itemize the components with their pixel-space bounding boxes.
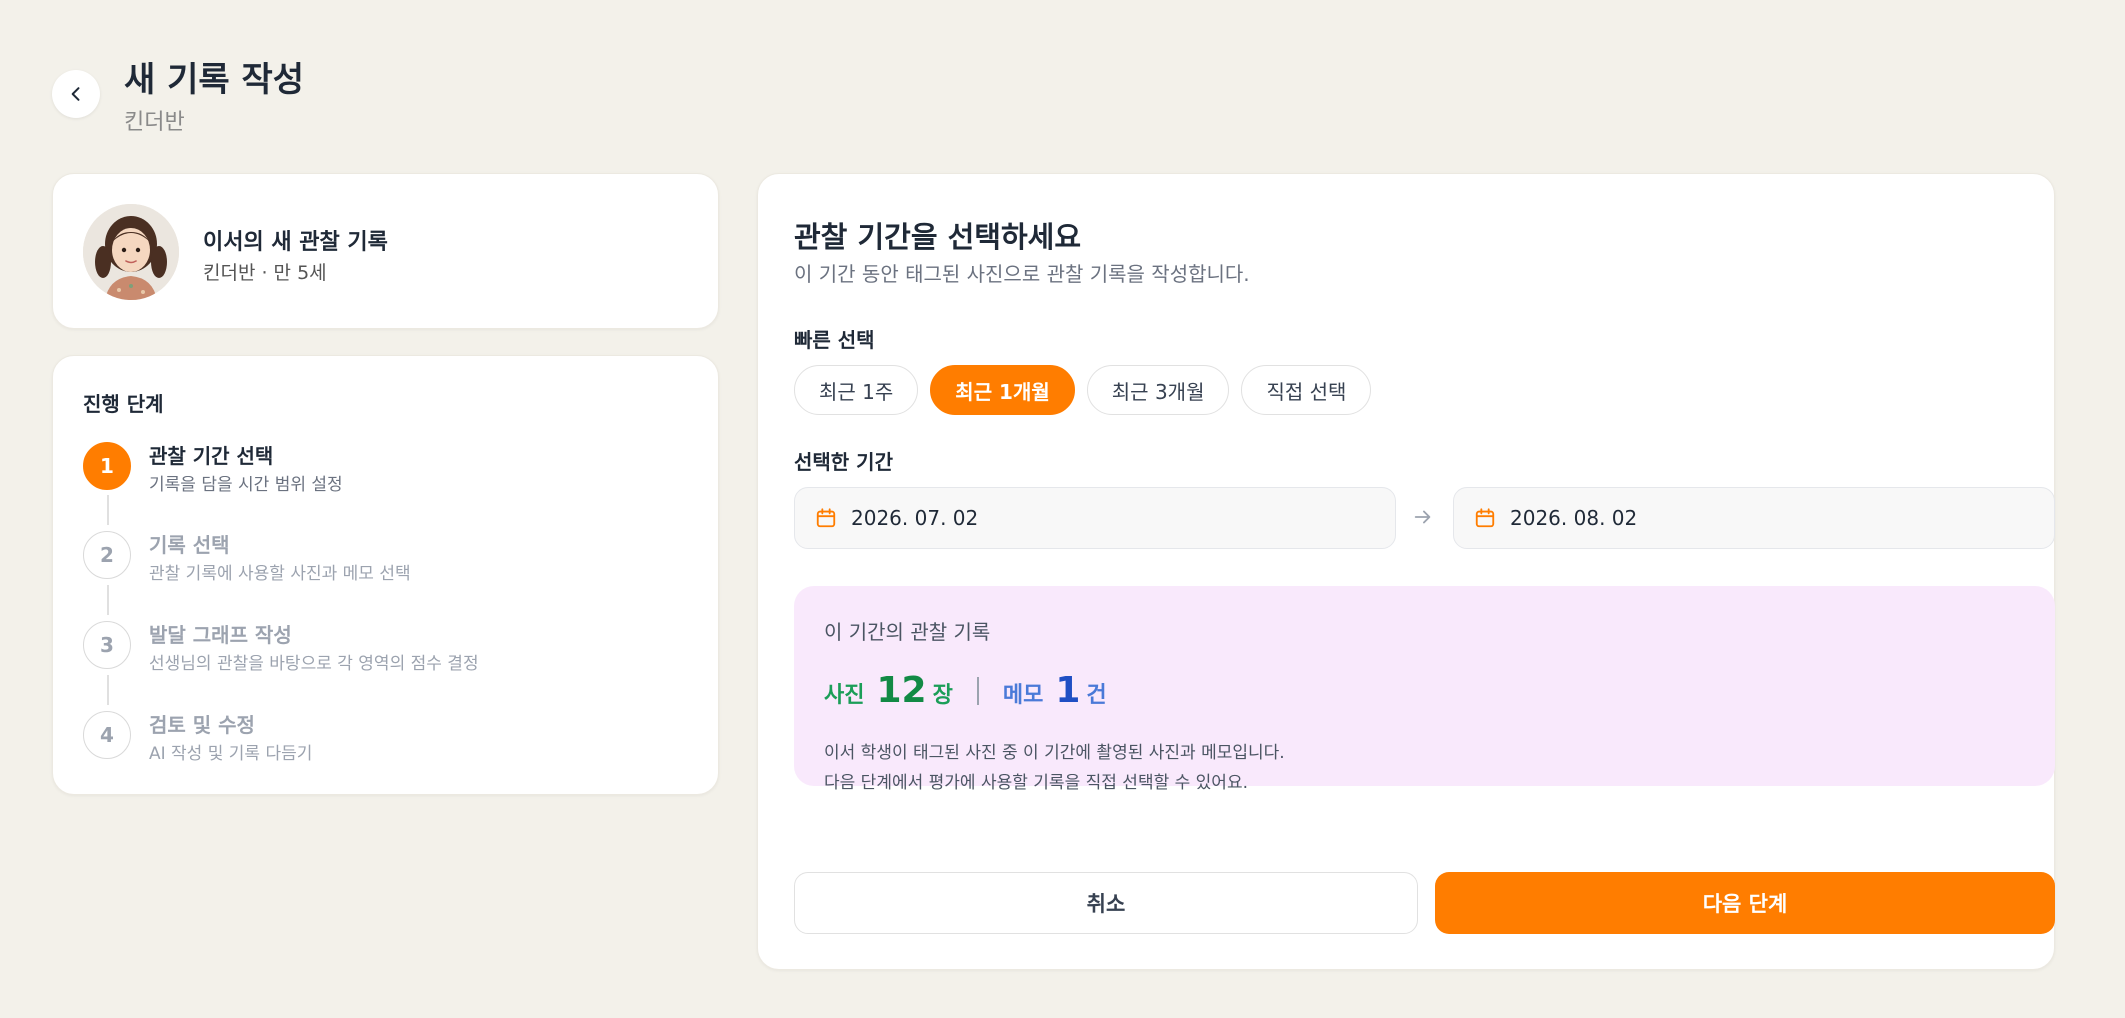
step-label: 발달 그래프 작성 — [149, 623, 292, 647]
student-card: 이서의 새 관찰 기록 킨더반 · 만 5세 — [52, 173, 719, 329]
photo-label: 사진 — [824, 683, 865, 708]
chip-last-3-months[interactable]: 최근 3개월 — [1086, 365, 1230, 415]
memo-unit: 건 — [1086, 683, 1107, 708]
quick-select-label: 빠른 선택 — [794, 328, 875, 352]
step-3: 3 발달 그래프 작성 선생님의 관찰을 바탕으로 각 영역의 점수 결정 — [83, 621, 683, 681]
back-button[interactable] — [52, 70, 100, 118]
step-number: 1 — [83, 442, 131, 490]
steps-title: 진행 단계 — [83, 392, 164, 416]
step-4: 4 검토 및 수정 AI 작성 및 기록 다듬기 — [83, 711, 683, 771]
cancel-button[interactable]: 취소 — [794, 872, 1418, 934]
step-2: 2 기록 선택 관찰 기록에 사용할 사진과 메모 선택 — [83, 531, 683, 591]
step-desc: 선생님의 관찰을 바탕으로 각 영역의 점수 결정 — [149, 654, 479, 674]
chip-custom[interactable]: 직접 선택 — [1241, 365, 1372, 415]
calendar-icon — [816, 508, 836, 528]
summary-note-2: 다음 단계에서 평가에 사용할 기록을 직접 선택할 수 있어요. — [824, 773, 1248, 793]
progress-steps-card: 진행 단계 1 관찰 기간 선택 기록을 담을 시간 범위 설정 2 기록 선택… — [52, 355, 719, 795]
summary-stats: 사진 12 장 메모 1 건 — [824, 670, 1107, 711]
memo-label: 메모 — [1002, 683, 1044, 708]
page: 새 기록 작성 킨더반 이서의 새 관찰 기록 킨더반 · 만 5세 진행 단계… — [0, 0, 2125, 1018]
summary-note-1: 이서 학생이 태그된 사진 중 이 기간에 촬영된 사진과 메모입니다. — [824, 743, 1285, 763]
selected-range-label: 선택한 기간 — [794, 450, 893, 474]
step-label: 기록 선택 — [149, 533, 230, 557]
step-number: 4 — [83, 711, 131, 759]
page-title: 새 기록 작성 — [124, 60, 305, 100]
period-selection-panel: 관찰 기간을 선택하세요 이 기간 동안 태그된 사진으로 관찰 기록을 작성합… — [757, 173, 2055, 970]
chevron-left-icon — [71, 87, 80, 101]
calendar-icon — [1475, 508, 1495, 528]
start-date-value: 2026. 07. 02 — [851, 506, 979, 530]
student-record-title: 이서의 새 관찰 기록 — [203, 230, 388, 255]
page-subtitle: 킨더반 — [124, 110, 185, 135]
panel-description: 이 기간 동안 태그된 사진으로 관찰 기록을 작성합니다. — [794, 262, 1250, 286]
step-1: 1 관찰 기간 선택 기록을 담을 시간 범위 설정 — [83, 442, 683, 502]
avatar — [83, 204, 179, 300]
memo-count: 1 — [1055, 670, 1081, 711]
end-date-field[interactable]: 2026. 08. 02 — [1453, 487, 2055, 549]
step-connector — [107, 675, 109, 705]
step-desc: AI 작성 및 기록 다듬기 — [149, 744, 313, 764]
photo-unit: 장 — [932, 683, 953, 708]
step-number: 2 — [83, 531, 131, 579]
step-label: 관찰 기간 선택 — [149, 444, 274, 468]
panel-title: 관찰 기간을 선택하세요 — [794, 220, 1081, 254]
step-desc: 기록을 담을 시간 범위 설정 — [149, 475, 343, 495]
step-number: 3 — [83, 621, 131, 669]
records-summary: 이 기간의 관찰 기록 사진 12 장 메모 1 건 이서 학생이 태그된 사진… — [794, 586, 2055, 793]
chip-last-month[interactable]: 최근 1개월 — [930, 365, 1075, 415]
end-date-value: 2026. 08. 02 — [1510, 506, 1638, 530]
student-meta: 킨더반 · 만 5세 — [203, 262, 327, 284]
next-step-button[interactable]: 다음 단계 — [1435, 872, 2055, 934]
summary-title: 이 기간의 관찰 기록 — [824, 620, 991, 644]
arrow-right-icon — [1414, 510, 1431, 524]
start-date-field[interactable]: 2026. 07. 02 — [794, 487, 1396, 549]
student-photo — [83, 204, 179, 300]
step-label: 검토 및 수정 — [149, 713, 255, 737]
step-connector — [107, 585, 109, 615]
step-connector — [107, 495, 109, 525]
chip-last-week[interactable]: 최근 1주 — [794, 365, 919, 415]
quick-select-options: 최근 1주 최근 1개월 최근 3개월 직접 선택 — [794, 365, 1372, 415]
stat-divider — [976, 676, 979, 705]
photo-count: 12 — [876, 670, 927, 711]
step-desc: 관찰 기록에 사용할 사진과 메모 선택 — [149, 564, 411, 584]
